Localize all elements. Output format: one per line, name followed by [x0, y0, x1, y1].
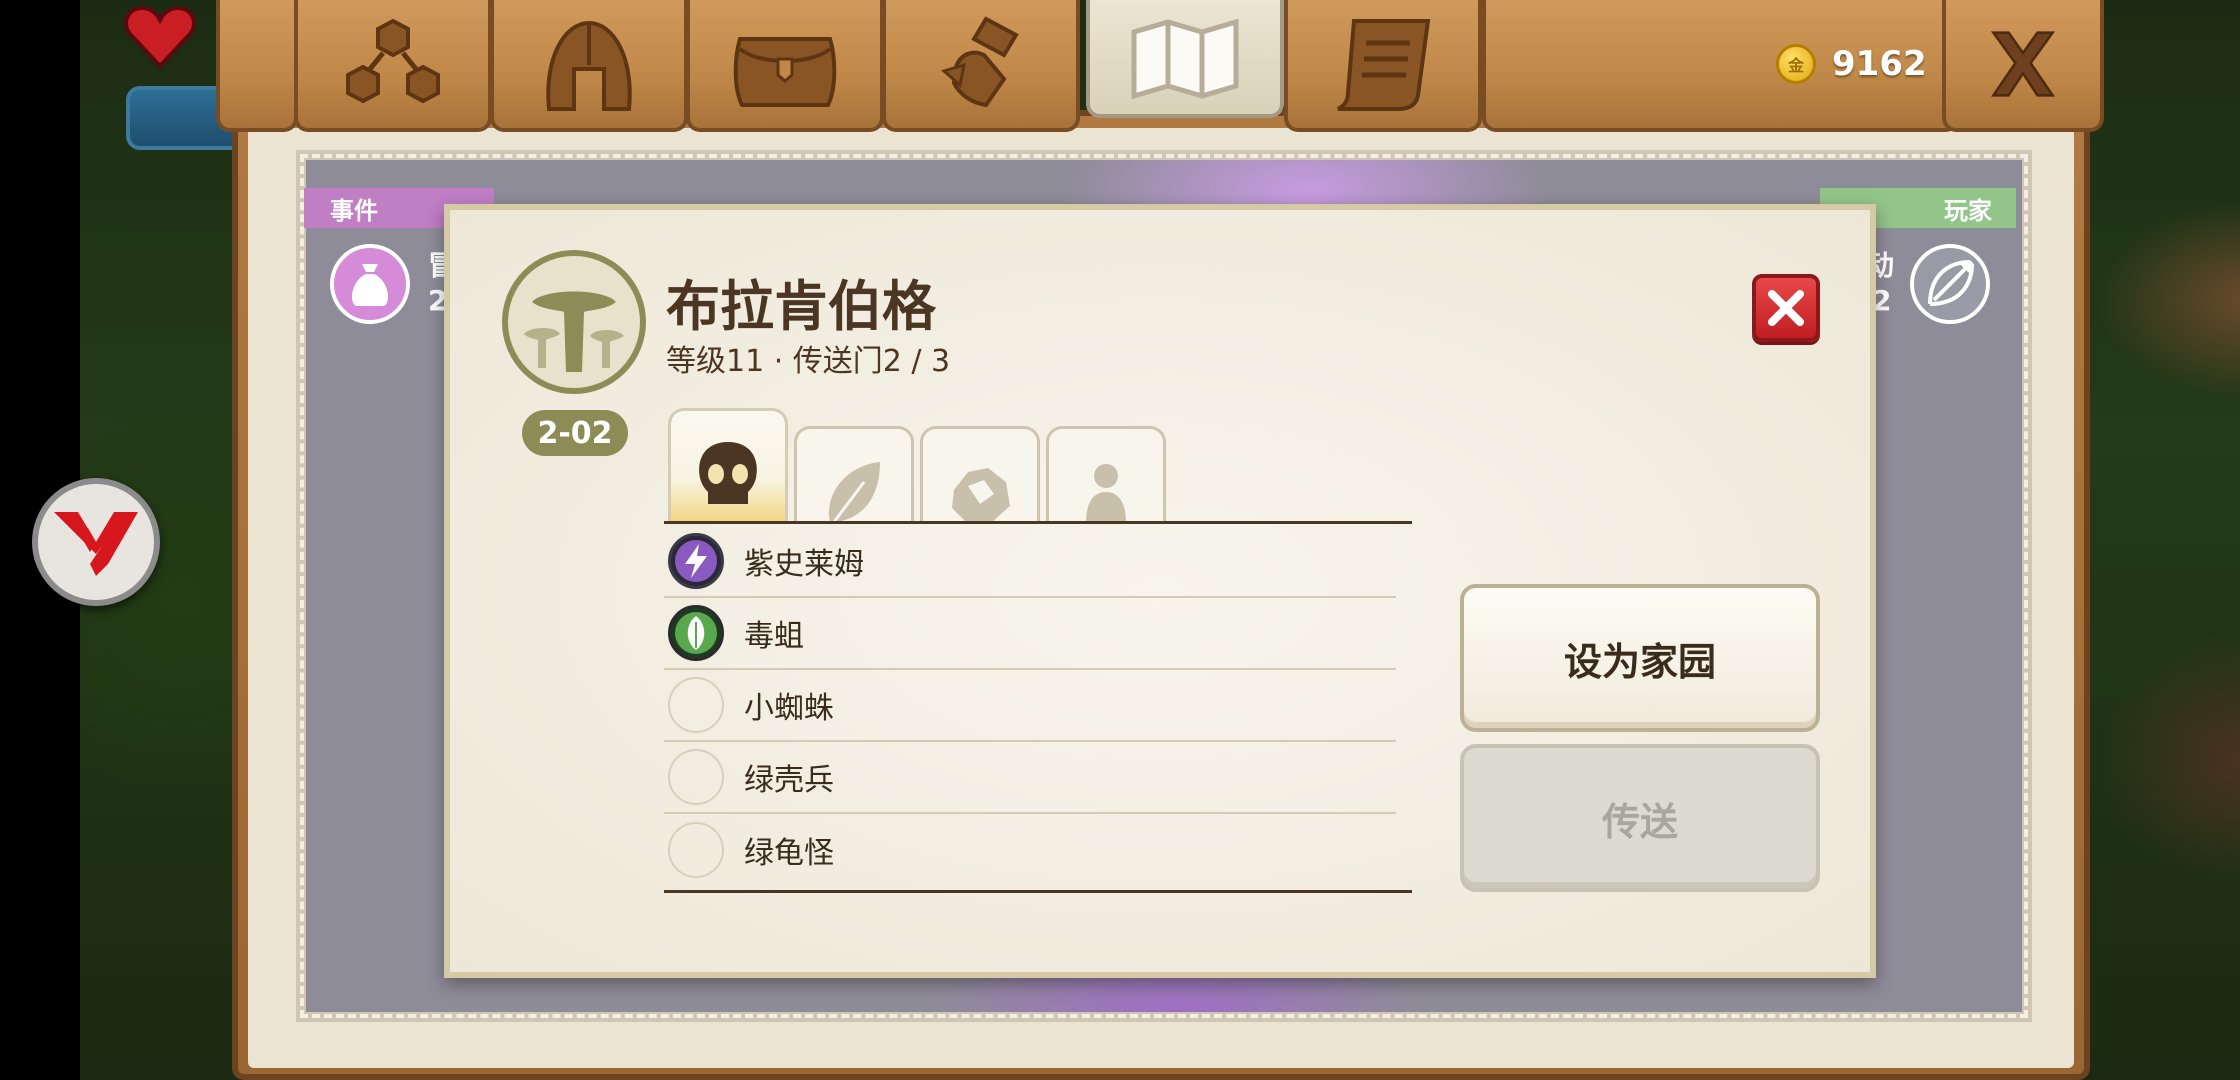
tab-map[interactable]	[1086, 0, 1284, 118]
leaf-icon	[828, 462, 880, 522]
quest-scroll-icon	[1337, 19, 1431, 111]
y7-logo-icon	[54, 512, 138, 576]
zone-code-badge: 2-02	[522, 410, 628, 456]
helmet-icon	[546, 20, 632, 111]
empty-circle-icon	[668, 822, 724, 878]
close-icon	[1990, 31, 2056, 97]
filter-tab-npcs[interactable]	[1046, 426, 1166, 522]
gold-amount: 9162	[1832, 44, 1927, 84]
app-logo-button[interactable]	[32, 478, 160, 606]
empty-circle-icon	[668, 677, 724, 733]
health-hearts	[124, 4, 196, 70]
filter-tab-ores[interactable]	[920, 426, 1040, 522]
leaf-icon	[668, 605, 724, 661]
list-bottom-divider	[664, 890, 1412, 893]
zone-title: 布拉肯伯格	[666, 275, 936, 338]
monster-skull-icon	[699, 442, 757, 504]
tab-quests[interactable]	[1284, 0, 1482, 132]
coin-glyph: 金	[1787, 56, 1804, 75]
close-menu-button[interactable]	[1942, 0, 2104, 132]
event-label: 事件	[330, 196, 378, 225]
monster-row-green-shell-soldier[interactable]: 绿壳兵	[664, 742, 1396, 814]
monster-name: 绿龟怪	[744, 836, 834, 871]
gold-counter: 金 9162	[1776, 44, 1927, 84]
filter-tab-plants[interactable]	[794, 426, 914, 522]
lightning-icon	[668, 533, 724, 589]
bow-arrow-icon	[1928, 260, 1974, 306]
set-home-button[interactable]: 设为家园	[1460, 584, 1820, 732]
monster-row-poison-maggot[interactable]: 毒蛆	[664, 598, 1396, 670]
tab-equipment[interactable]	[490, 0, 688, 132]
filter-tab-monsters[interactable]	[668, 408, 788, 522]
ore-icon	[952, 468, 1010, 522]
mushroom-icon	[524, 291, 624, 372]
player-label: 玩家	[1944, 196, 1992, 225]
tab-crafting[interactable]	[882, 0, 1080, 132]
monster-row-purple-slime[interactable]: 紫史莱姆	[664, 526, 1396, 598]
monster-name: 毒蛆	[744, 619, 804, 654]
close-icon	[1768, 290, 1804, 326]
close-dialog-button[interactable]	[1752, 274, 1820, 342]
empty-circle-icon	[668, 749, 724, 805]
map-icon	[1131, 18, 1239, 100]
craft-hammer-icon	[940, 16, 1019, 108]
monster-row-green-turtle[interactable]: 绿龟怪	[664, 814, 1396, 886]
bag-icon	[733, 37, 837, 107]
zone-avatar	[502, 250, 646, 394]
monster-name: 绿壳兵	[744, 763, 834, 798]
teleport-button[interactable]: 传送	[1460, 744, 1820, 892]
tabs-divider	[664, 521, 1412, 524]
monster-name: 紫史莱姆	[744, 547, 864, 582]
tab-skill-tree[interactable]	[294, 0, 492, 132]
heart-icon	[124, 5, 196, 69]
skill-tree-icon	[346, 18, 440, 104]
monster-name: 小蜘蛛	[744, 691, 834, 726]
person-icon	[1086, 464, 1126, 522]
event-marker[interactable]	[330, 244, 410, 324]
loot-bag-icon	[351, 264, 389, 306]
monster-row-small-spider[interactable]: 小蜘蛛	[664, 670, 1396, 742]
gold-coin-icon: 金	[1776, 44, 1816, 84]
zone-subtitle: 等级11 · 传送门2 / 3	[666, 344, 951, 379]
tab-bar-left-cap	[216, 0, 298, 132]
tab-inventory[interactable]	[686, 0, 884, 132]
player-marker[interactable]	[1910, 244, 1990, 324]
